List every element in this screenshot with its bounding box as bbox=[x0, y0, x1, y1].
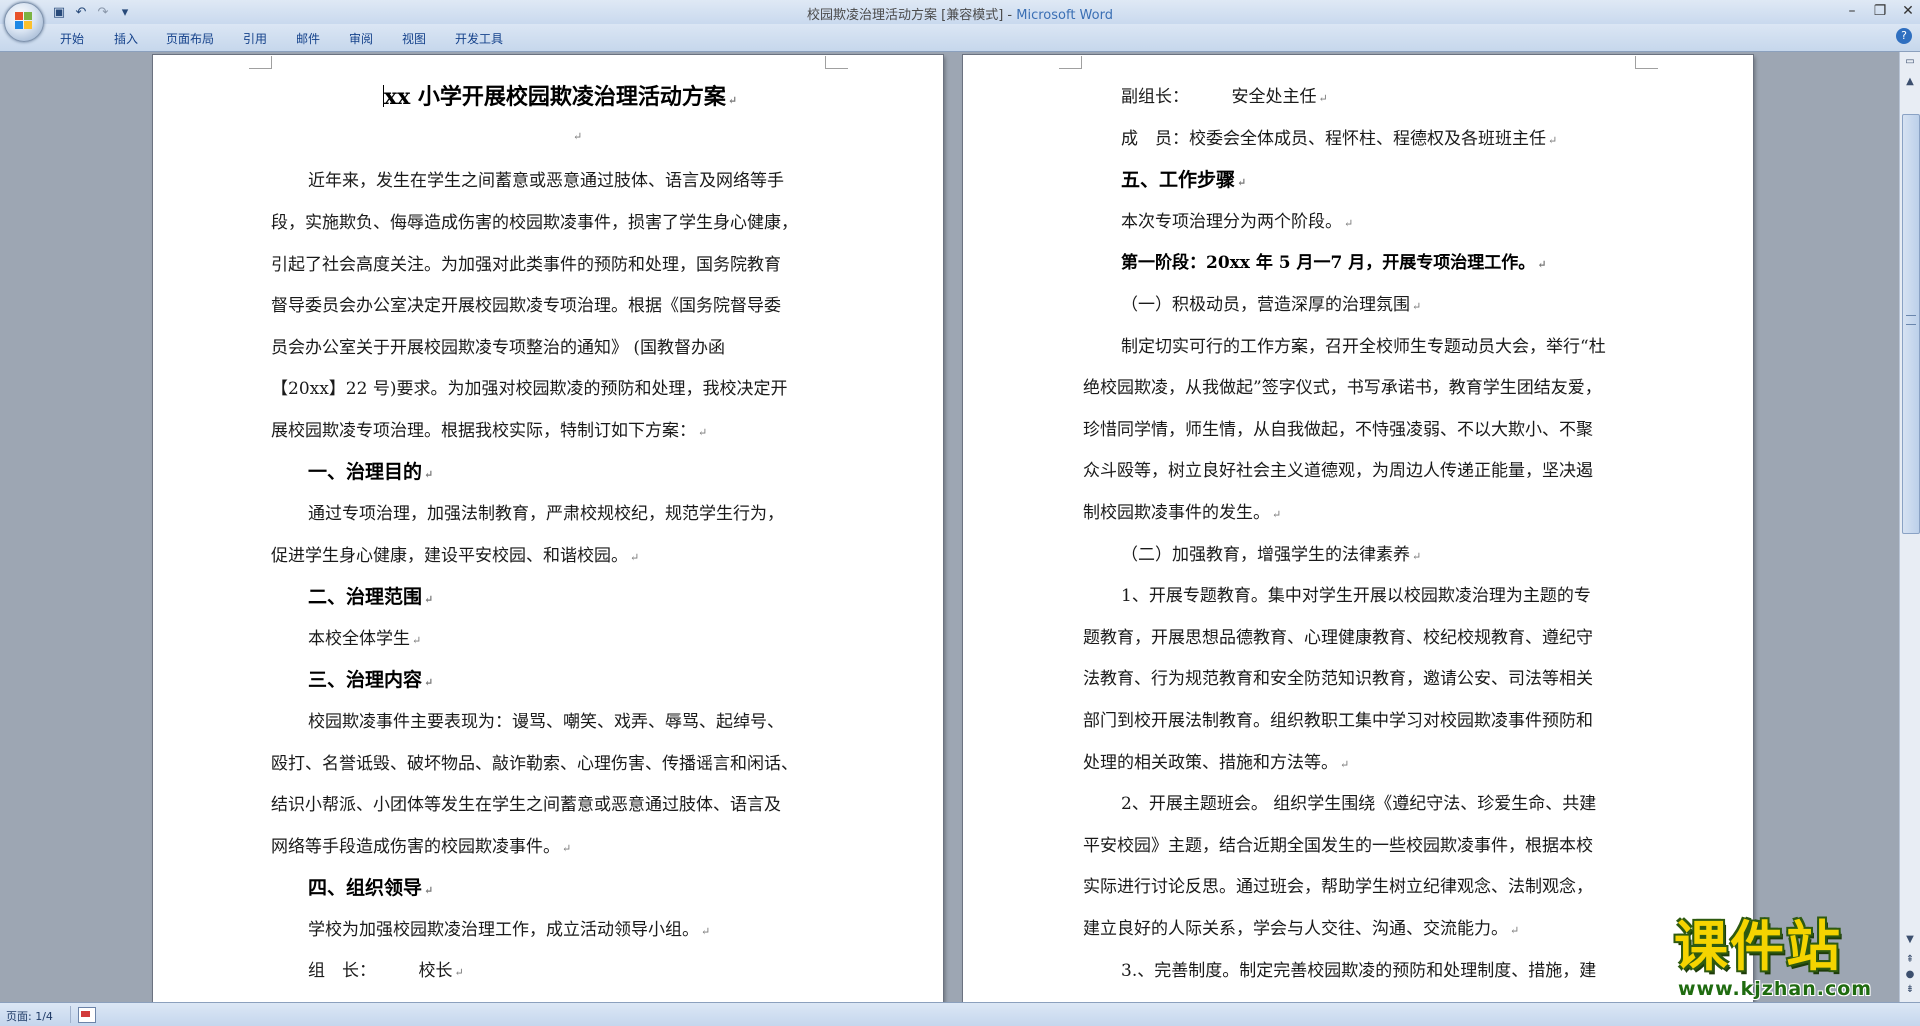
body-line: 绝校园欺凌，从我做起”签字仪式，书写承诺书，教育学生团结友爱， bbox=[1083, 378, 1602, 398]
margin-corner-mark bbox=[1059, 56, 1082, 69]
status-bar: 页面: 1/4 bbox=[0, 1002, 1920, 1026]
body-line: 近年来，发生在学生之间蓄意或恶意通过肢体、语言及网络等手 bbox=[308, 171, 784, 191]
margin-corner-mark bbox=[825, 56, 848, 69]
body-line: （一）积极动员，营造深厚的治理氛围 ↵ bbox=[1121, 295, 1422, 315]
body-line: 结识小帮派、小团体等发生在学生之间蓄意或恶意通过肢体、语言及 bbox=[271, 795, 781, 815]
margin-corner-mark bbox=[249, 56, 272, 69]
body-line: 校园欺凌事件主要表现为：谩骂、嘲笑、戏弄、辱骂、起绰号、 bbox=[308, 712, 784, 732]
document-title: xx 小学开展校园欺凌治理活动方案 ↵ bbox=[383, 84, 738, 110]
body-line: 部门到校开展法制教育。组织教职工集中学习对校园欺凌事件预防和 bbox=[1083, 711, 1593, 731]
ribbon-tabs: 开始 插入 页面布局 引用 邮件 审阅 视图 开发工具 ? bbox=[0, 24, 1920, 52]
body-line: 成 员：校委会全体成员、程怀柱、程德权及各班班主任 ↵ bbox=[1121, 129, 1558, 149]
body-line: 学校为加强校园欺凌治理工作，成立活动领导小组。 ↵ bbox=[308, 920, 711, 940]
body-line: 员会办公室关于开展校园欺凌专项整治的通知》 (国教督办函 bbox=[271, 338, 726, 358]
margin-corner-mark bbox=[1635, 56, 1658, 69]
body-line: 实际进行讨论反思。通过班会，帮助学生树立纪律观念、法制观念， bbox=[1083, 877, 1593, 897]
vertical-scrollbar[interactable]: ▭ ▲ ▼ ⇞ ● ⇟ bbox=[1899, 52, 1920, 1002]
section-heading: 五、工作步骤 ↵ bbox=[1121, 169, 1247, 191]
tab-mailings[interactable]: 邮件 bbox=[296, 30, 320, 47]
section-heading: 三、治理内容 ↵ bbox=[308, 669, 434, 691]
document-page-2[interactable]: 副组长： 安全处主任 ↵ 成 员：校委会全体成员、程怀柱、程德权及各班班主任 ↵ 五… bbox=[963, 55, 1753, 1002]
body-line: 【20xx】22 号)要求。为加强对校园欺凌的预防和处理，我校决定开 bbox=[271, 379, 788, 399]
body-line: 处理的相关政策、措施和方法等。 ↵ bbox=[1083, 753, 1350, 773]
body-line: 本校全体学生 ↵ bbox=[308, 629, 422, 649]
section-heading: 二、治理范围 ↵ bbox=[308, 586, 434, 608]
body-line: 督导委员会办公室决定开展校园欺凌专项治理。根据《国务院督导委 bbox=[271, 296, 781, 316]
title-bar: ▣ ↶ ↷ ▾ 校园欺凌治理活动方案 [兼容模式] - Microsoft Wo… bbox=[0, 0, 1920, 24]
body-line: 副组长： 安全处主任 ↵ bbox=[1121, 87, 1328, 107]
tab-references[interactable]: 引用 bbox=[243, 30, 267, 47]
help-icon[interactable]: ? bbox=[1896, 28, 1912, 44]
office-logo-icon bbox=[15, 12, 33, 30]
paragraph-mark: ↵ bbox=[573, 130, 583, 143]
document-page-1[interactable]: xx 小学开展校园欺凌治理活动方案 ↵ ↵ 近年来，发生在学生之间蓄意或恶意通过肢… bbox=[153, 55, 943, 1002]
window-controls: – ❐ ✕ bbox=[1844, 2, 1916, 20]
phase-heading: 第一阶段：20xx 年 5 月一7 月，开展专项治理工作。 ↵ bbox=[1121, 253, 1547, 273]
body-line: 法教育、行为规范教育和安全防范知识教育，邀请公安、司法等相关 bbox=[1083, 669, 1593, 689]
office-button[interactable] bbox=[4, 2, 44, 42]
restore-button[interactable]: ❐ bbox=[1872, 2, 1888, 20]
document-workspace: xx 小学开展校园欺凌治理活动方案 ↵ ↵ 近年来，发生在学生之间蓄意或恶意通过肢… bbox=[0, 52, 1900, 1002]
body-line: 题教育，开展思想品德教育、心理健康教育、校纪校规教育、遵纪守 bbox=[1083, 628, 1593, 648]
ruler-toggle-icon[interactable]: ▭ bbox=[1902, 54, 1918, 70]
body-line: 3.、完善制度。制定完善校园欺凌的预防和处理制度、措施，建 bbox=[1121, 961, 1597, 981]
minimize-button[interactable]: – bbox=[1844, 2, 1860, 20]
body-line: 1、开展专题教育。集中对学生开展以校园欺凌治理为主题的专 bbox=[1121, 586, 1591, 606]
watermark-url: www.kjzhan.com bbox=[1678, 978, 1873, 1000]
window-title-doc: 校园欺凌治理活动方案 [兼容模式] - bbox=[807, 8, 1017, 23]
body-line: 促进学生身心健康，建设平安校园、和谐校园。 ↵ bbox=[271, 546, 640, 566]
tab-home[interactable]: 开始 bbox=[60, 30, 84, 47]
body-line: 段，实施欺负、侮辱造成伤害的校园欺凌事件，损害了学生身心健康， bbox=[271, 213, 798, 233]
body-line: 众斗殴等，树立良好社会主义道德观，为周边人传递正能量，坚决遏 bbox=[1083, 461, 1593, 481]
scrollbar-thumb[interactable] bbox=[1902, 114, 1920, 534]
status-divider bbox=[70, 1006, 71, 1023]
macro-record-icon[interactable] bbox=[78, 1007, 96, 1023]
window-title: 校园欺凌治理活动方案 [兼容模式] - Microsoft Word bbox=[0, 4, 1920, 23]
scroll-up-icon[interactable]: ▲ bbox=[1902, 74, 1918, 90]
body-line: 引起了社会高度关注。为加强对此类事件的预防和处理，国务院教育 bbox=[271, 255, 781, 275]
body-line: 展校园欺凌专项治理。根据我校实际，特制订如下方案： ↵ bbox=[271, 421, 708, 441]
body-line: 珍惜同学情，师生情，从自我做起，不恃强凌弱、不以大欺小、不聚 bbox=[1083, 420, 1593, 440]
body-line: 平安校园》主题，结合近期全国发生的一些校园欺凌事件，根据本校 bbox=[1083, 836, 1593, 856]
section-heading: 一、治理目的 ↵ bbox=[308, 461, 434, 483]
tab-page-layout[interactable]: 页面布局 bbox=[166, 30, 214, 47]
body-line: 制校园欺凌事件的发生。 ↵ bbox=[1083, 503, 1282, 523]
scrollbar-grip-icon bbox=[1906, 315, 1916, 325]
body-line: 2、开展主题班会。 组织学生围绕《遵纪守法、珍爱生命、共建 bbox=[1121, 794, 1597, 814]
body-line: 建立良好的人际关系，学会与人交往、沟通、交流能力。 ↵ bbox=[1083, 919, 1520, 939]
watermark-logo-text: 课件站 bbox=[1674, 915, 1842, 978]
tab-developer[interactable]: 开发工具 bbox=[455, 30, 503, 47]
tab-insert[interactable]: 插入 bbox=[114, 30, 138, 47]
body-line: 本次专项治理分为两个阶段。 ↵ bbox=[1121, 212, 1354, 232]
tab-review[interactable]: 审阅 bbox=[349, 30, 373, 47]
body-line: 通过专项治理，加强法制教育，严肃校规校纪，规范学生行为， bbox=[308, 504, 784, 524]
body-line: 制定切实可行的工作方案，召开全校师生专题动员大会，举行“杜 bbox=[1121, 337, 1606, 357]
body-line: 组 长： 校长 ↵ bbox=[308, 961, 464, 981]
site-watermark: 课件站 www.kjzhan.com bbox=[1670, 918, 1906, 1002]
tab-view[interactable]: 视图 bbox=[402, 30, 426, 47]
section-heading: 四、组织领导 ↵ bbox=[308, 877, 434, 899]
body-line: （二）加强教育，增强学生的法律素养 ↵ bbox=[1121, 545, 1422, 565]
window-title-app: Microsoft Word bbox=[1016, 8, 1113, 23]
status-page-count[interactable]: 页面: 1/4 bbox=[6, 1008, 53, 1024]
close-button[interactable]: ✕ bbox=[1900, 2, 1916, 20]
body-line: 殴打、名誉诋毁、破坏物品、敲诈勒索、心理伤害、传播谣言和闲话、 bbox=[271, 754, 798, 774]
body-line: 网络等手段造成伤害的校园欺凌事件。 ↵ bbox=[271, 837, 572, 857]
